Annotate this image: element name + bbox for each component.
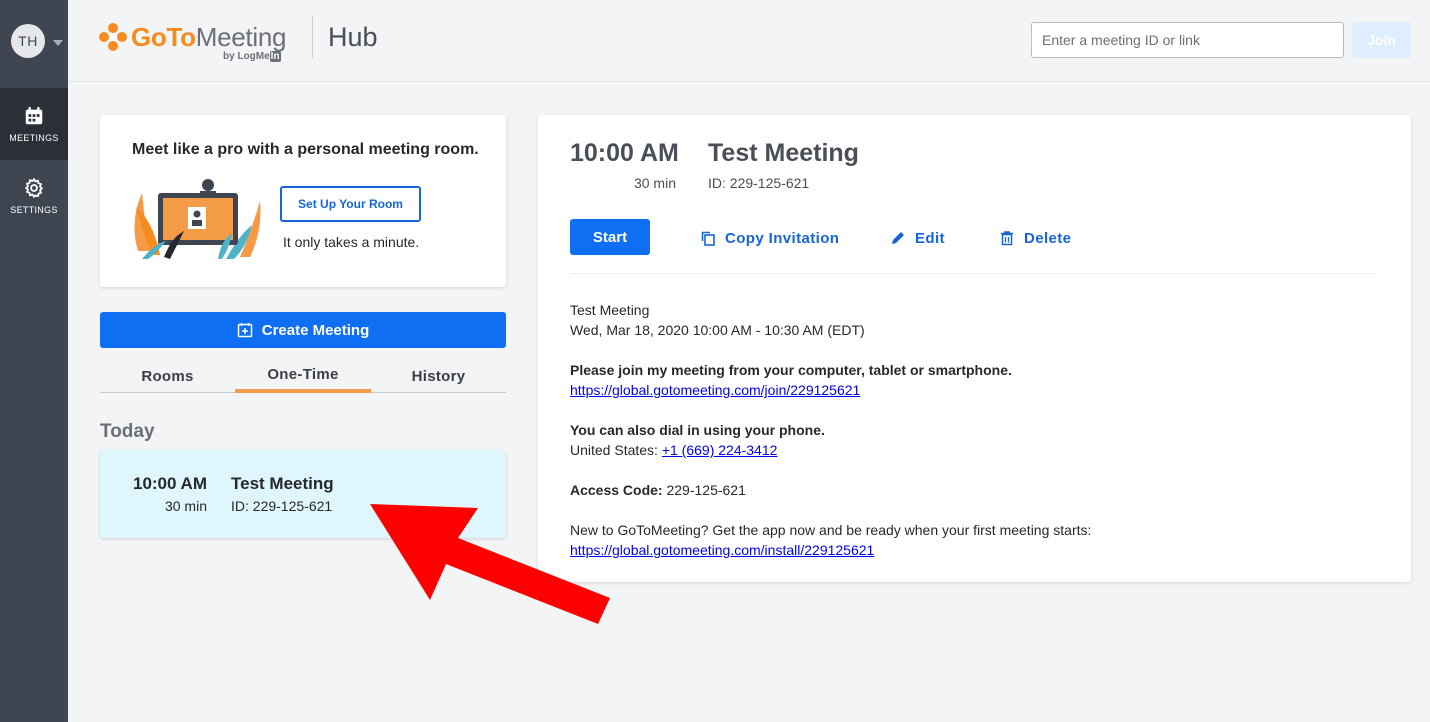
dial-country: United States: (570, 442, 662, 458)
calendar-icon (25, 106, 43, 125)
detail-divider (570, 273, 1377, 274)
calendar-add-icon (237, 323, 252, 338)
logo-byline: by LogMeIn (223, 51, 281, 62)
section-heading-today: Today (100, 421, 155, 442)
detail-time: 10:00 AM (570, 139, 679, 167)
rail-item-meetings[interactable]: MEETINGS (0, 88, 68, 160)
join-button[interactable]: Join (1352, 22, 1411, 58)
tab-history[interactable]: History (371, 360, 506, 393)
detail-meeting-id: ID: 229-125-621 (708, 175, 810, 191)
tab-rooms[interactable]: Rooms (100, 360, 235, 393)
set-up-room-button[interactable]: Set Up Your Room (280, 186, 421, 222)
meeting-tabs: Rooms One-Time History (100, 360, 506, 393)
tab-one-time[interactable]: One-Time (235, 360, 371, 393)
create-meeting-label: Create Meeting (261, 321, 370, 339)
meeting-id-input[interactable] (1031, 22, 1344, 58)
promo-subtitle: It only takes a minute. (283, 234, 420, 250)
page-title: Hub (328, 22, 378, 52)
meeting-id: ID: 229-125-621 (231, 498, 333, 514)
access-code: 229-125-621 (662, 482, 746, 498)
meeting-time: 10:00 AM (132, 474, 207, 493)
detail-duration: 30 min (633, 175, 676, 191)
invitation-datetime: Wed, Mar 18, 2020 10:00 AM - 10:30 AM (E… (570, 322, 865, 338)
rail-item-label: SETTINGS (10, 205, 58, 215)
personal-room-promo: Meet like a pro with a personal meeting … (100, 115, 506, 287)
chevron-down-icon[interactable] (53, 40, 63, 46)
edit-button[interactable]: Edit (890, 227, 945, 249)
dial-number-link[interactable]: +1 (669) 224-3412 (662, 442, 778, 458)
logo-wordmark: GoToMeeting (131, 22, 287, 52)
avatar[interactable]: TH (11, 24, 45, 58)
join-link[interactable]: https://global.gotomeeting.com/join/2291… (570, 382, 860, 398)
logo-flower-icon (99, 23, 127, 51)
detail-title: Test Meeting (708, 139, 859, 167)
invitation-join-heading: Please join my meeting from your compute… (570, 362, 1012, 378)
rail-item-settings[interactable]: SETTINGS (0, 160, 68, 232)
header: GoToMeeting by LogMeIn Hub Join (68, 0, 1430, 82)
invitation-new-user-text: New to GoToMeeting? Get the app now and … (570, 522, 1092, 538)
pencil-icon (892, 232, 904, 244)
start-button[interactable]: Start (570, 219, 650, 255)
trash-icon (1001, 231, 1013, 246)
invitation-dial-heading: You can also dial in using your phone. (570, 422, 825, 438)
invitation-meeting-name: Test Meeting (570, 302, 650, 318)
user-menu[interactable]: TH (0, 0, 68, 88)
promo-title: Meet like a pro with a personal meeting … (132, 141, 479, 158)
meeting-title: Test Meeting (231, 474, 334, 493)
header-divider (312, 16, 313, 58)
meeting-room-illustration (134, 179, 261, 259)
delete-button[interactable]: Delete (999, 227, 1071, 249)
copy-invitation-button[interactable]: Copy Invitation (700, 227, 839, 249)
gear-icon (24, 177, 44, 199)
left-rail: TH MEETINGS SETTINGS (0, 0, 68, 722)
create-meeting-button[interactable]: Create Meeting (100, 312, 506, 348)
meeting-detail-panel: 10:00 AM 30 min Test Meeting ID: 229-125… (538, 115, 1411, 582)
copy-icon (701, 231, 715, 246)
meeting-duration: 30 min (164, 498, 207, 514)
annotation-arrow-icon (370, 504, 610, 624)
rail-item-label: MEETINGS (9, 133, 59, 143)
